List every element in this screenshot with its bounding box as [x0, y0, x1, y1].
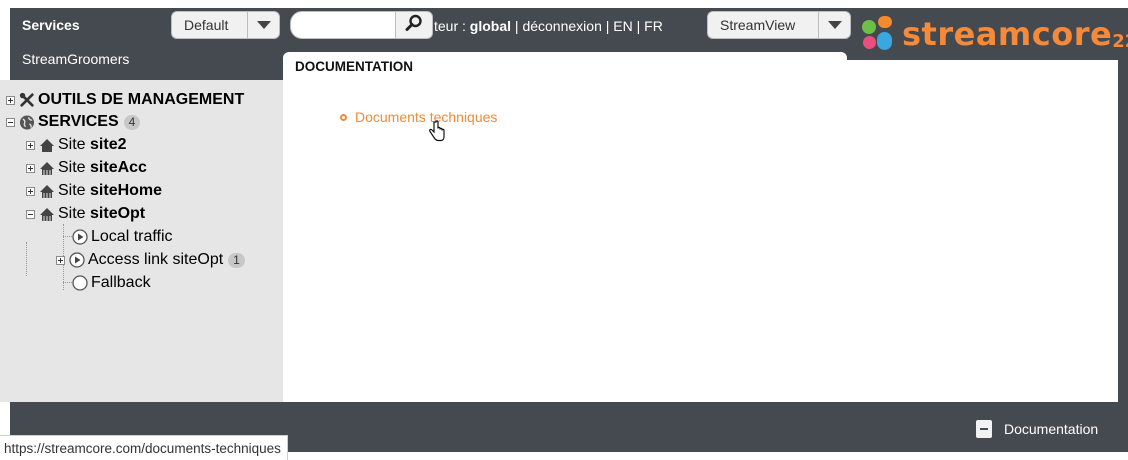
tree-node-site[interactable]: Site site2 — [26, 136, 126, 154]
screenshot-frame: Services StreamGroomers Default teur : g… — [0, 0, 1128, 460]
separator: | — [601, 18, 614, 34]
logo-wordmark: streamcore — [902, 15, 1113, 53]
view-select-value: StreamView — [720, 17, 796, 33]
profile-select[interactable]: Default — [171, 11, 280, 39]
chevron-down-icon[interactable] — [247, 12, 279, 38]
separator: | — [511, 18, 523, 34]
tools-icon — [19, 92, 35, 108]
tree-node-management[interactable]: OUTILS DE MANAGEMENT — [6, 91, 244, 109]
tree-label-fallback: Fallback — [91, 274, 151, 291]
documents-techniques-link[interactable]: Documents techniques — [340, 109, 497, 125]
tree-label-access-link: Access link siteOpt — [88, 251, 224, 268]
tree-label-management: OUTILS DE MANAGEMENT — [38, 91, 245, 108]
site-prefix: Site — [58, 205, 91, 222]
tree-node-site[interactable]: Site siteOpt — [26, 205, 145, 223]
tree-label-services: SERVICES — [38, 113, 119, 130]
documentation-footer-link[interactable]: Documentation — [976, 420, 1098, 438]
bullet-icon — [340, 113, 347, 121]
services-count-badge: 4 — [123, 114, 141, 130]
play-circle-icon — [69, 252, 85, 268]
logo-version: 22a — [1112, 30, 1128, 52]
tree-node-site[interactable]: Site siteHome — [26, 182, 162, 200]
play-circle-icon — [72, 229, 88, 245]
services-menu[interactable]: Services — [22, 17, 80, 33]
expand-toggle[interactable] — [56, 255, 65, 265]
tree-node-services[interactable]: SERVICES 4 — [6, 113, 141, 131]
globe-icon — [19, 114, 35, 130]
tree-node-access-link[interactable]: Access link siteOpt 1 — [56, 251, 245, 269]
site-prefix: Site — [58, 136, 91, 153]
chevron-down-icon[interactable] — [818, 12, 850, 38]
status-bar-url: https://streamcore.com/documents-techniq… — [0, 435, 288, 460]
tree-node-local-traffic[interactable]: Local traffic — [72, 228, 173, 246]
separator: | — [632, 18, 645, 34]
logout-link[interactable]: déconnexion — [522, 18, 601, 34]
documents-techniques-label: Documents techniques — [355, 109, 498, 125]
profile-select-value: Default — [184, 17, 229, 33]
user-prefix: teur : — [434, 18, 470, 34]
site-name: siteHome — [90, 182, 163, 199]
search-input[interactable] — [291, 12, 405, 38]
collapse-toggle[interactable] — [6, 117, 15, 127]
expand-toggle[interactable] — [26, 163, 35, 173]
book-icon — [976, 420, 992, 438]
tree-label-local-traffic: Local traffic — [91, 228, 173, 245]
lang-en-link[interactable]: EN — [613, 18, 632, 34]
lang-fr-link[interactable]: FR — [644, 18, 663, 34]
page-title: DOCUMENTATION — [295, 59, 413, 74]
hand-pointer-icon — [428, 120, 446, 149]
search-icon — [405, 14, 423, 37]
site-prefix: Site — [58, 159, 91, 176]
tree-node-fallback[interactable]: Fallback — [72, 274, 151, 292]
expand-toggle[interactable] — [26, 140, 35, 150]
streamcore-logo: streamcore 22a — [860, 14, 1128, 54]
documentation-footer-label: Documentation — [1004, 421, 1099, 437]
user-bar: teur : global | déconnexion | EN | FR — [434, 18, 663, 34]
house-icon — [39, 206, 55, 222]
house-icon — [39, 183, 55, 199]
search-button[interactable] — [395, 11, 433, 39]
user-name: global — [469, 18, 512, 34]
site-name: siteAcc — [90, 159, 147, 176]
access-link-count-badge: 1 — [228, 252, 245, 268]
view-select[interactable]: StreamView — [707, 11, 851, 39]
logo-mark-icon — [862, 16, 892, 50]
site-prefix: Site — [58, 182, 91, 199]
site-name: site2 — [90, 136, 127, 153]
site-name: siteOpt — [90, 205, 146, 222]
collapse-toggle[interactable] — [26, 209, 35, 219]
circle-icon — [72, 275, 88, 291]
expand-toggle[interactable] — [6, 95, 15, 105]
house-icon — [39, 137, 55, 153]
house-icon — [39, 160, 55, 176]
expand-toggle[interactable] — [26, 186, 35, 196]
search-field[interactable] — [290, 11, 406, 39]
tree-node-site[interactable]: Site siteAcc — [26, 159, 147, 177]
streamgroomers-menu[interactable]: StreamGroomers — [22, 51, 129, 67]
